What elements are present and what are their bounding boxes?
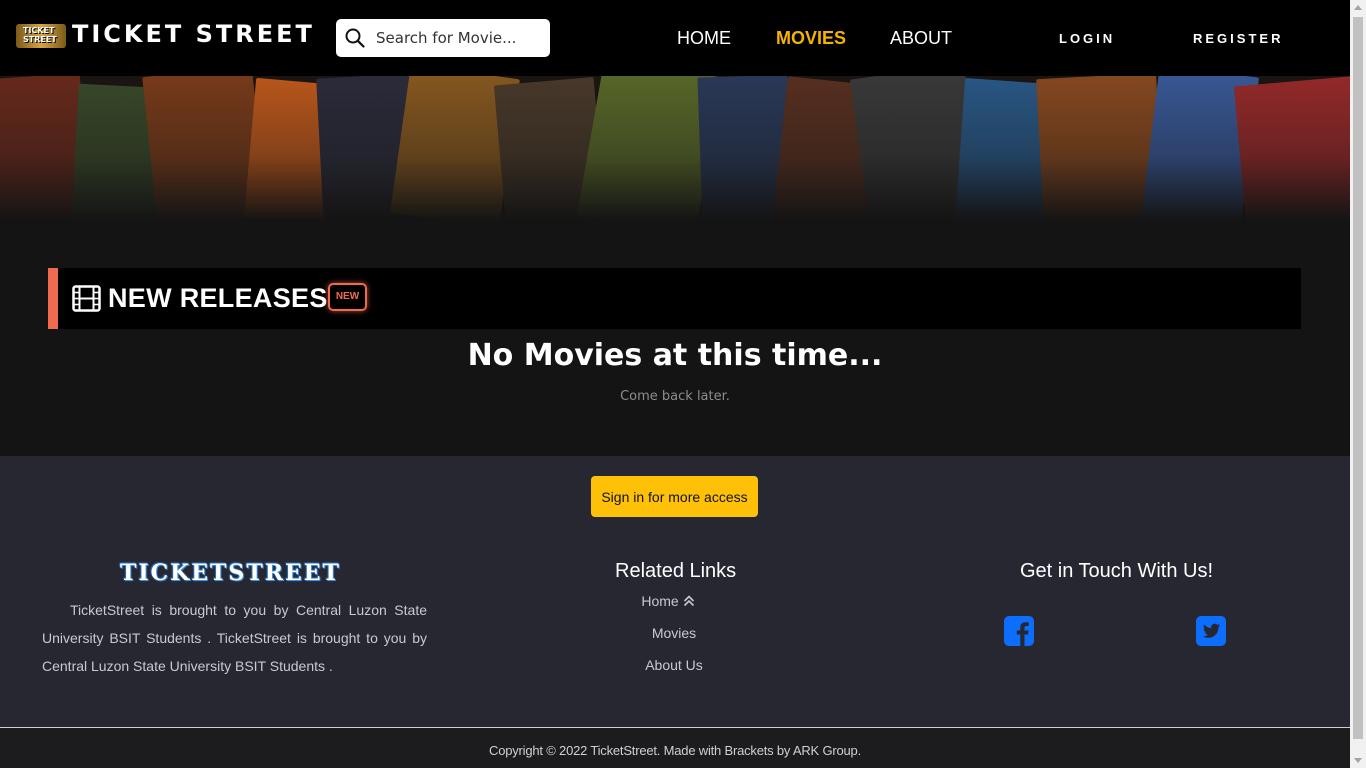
- sign-in-button[interactable]: Sign in for more access: [591, 476, 758, 517]
- navbar: TICKET STREET TICKET STREET HOME MOVIES …: [0, 0, 1350, 76]
- footer-link-movies[interactable]: Movies: [614, 625, 734, 641]
- brand-logo-text[interactable]: TICKET STREET: [72, 20, 315, 48]
- footer-link-home-label: Home: [641, 593, 679, 609]
- twitter-link[interactable]: [1196, 616, 1226, 646]
- twitter-icon: [1196, 616, 1226, 646]
- film-icon: [72, 285, 101, 312]
- footer-link-home[interactable]: Home: [608, 593, 728, 609]
- logo-badge[interactable]: TICKET STREET: [16, 24, 66, 48]
- hero-fade-overlay: [0, 76, 1350, 221]
- nav-movies[interactable]: MOVIES: [776, 28, 846, 49]
- facebook-link[interactable]: [1004, 616, 1034, 646]
- section-header-new-releases: NEW RELEASES NEW: [48, 268, 1301, 329]
- footer-description: TicketStreet is brought to you by Centra…: [42, 602, 427, 674]
- login-link[interactable]: LOGIN: [1059, 31, 1115, 46]
- register-link[interactable]: REGISTER: [1193, 31, 1283, 46]
- empty-state-subtitle: Come back later.: [620, 389, 730, 404]
- scroll-down-arrow-icon[interactable]: [1354, 758, 1362, 763]
- logo-badge-text: TICKET STREET: [23, 26, 57, 44]
- new-badge: NEW: [328, 283, 367, 311]
- footer-brand-logo: TICKETSTREET: [120, 560, 341, 586]
- section-accent-bar: [48, 268, 58, 329]
- footer-link-about-us[interactable]: About Us: [614, 657, 734, 673]
- search-input[interactable]: [376, 27, 542, 49]
- facebook-icon: [1004, 616, 1034, 646]
- scrollbar-thumb[interactable]: [1353, 17, 1363, 739]
- copyright-bar: Copyright © 2022 TicketStreet. Made with…: [0, 727, 1350, 768]
- related-links-heading: Related Links: [615, 560, 737, 582]
- contact-heading: Get in Touch With Us!: [1020, 560, 1214, 582]
- hero-banner-collage: [0, 76, 1350, 221]
- scroll-up-arrow-icon[interactable]: [1354, 5, 1362, 10]
- empty-state-title: No Movies at this time...: [467, 338, 883, 373]
- chevron-double-up-icon: [683, 595, 694, 607]
- section-title: NEW RELEASES: [108, 283, 328, 313]
- footer: Sign in for more access TICKETSTREET Tic…: [0, 456, 1350, 727]
- nav-about[interactable]: ABOUT: [890, 28, 952, 49]
- nav-home[interactable]: HOME: [677, 28, 731, 49]
- page-scrollbar[interactable]: [1350, 0, 1366, 768]
- search-box[interactable]: [336, 19, 550, 57]
- search-icon[interactable]: [345, 28, 365, 48]
- copyright-text: Copyright © 2022 TicketStreet. Made with…: [489, 743, 861, 758]
